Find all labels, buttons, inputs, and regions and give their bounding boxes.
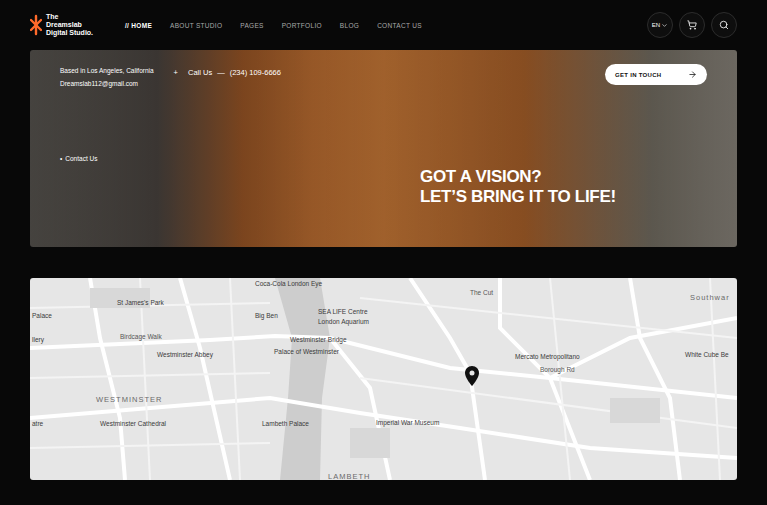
main: Based in Los Angeles, CaliforniaDreamsla… — [0, 50, 767, 480]
logo-icon — [30, 14, 42, 36]
map-label: Palace — [32, 311, 52, 320]
email[interactable]: Dreamslab112@gmail.com — [60, 77, 154, 90]
map-label: St James's Park — [117, 298, 164, 307]
nav-item[interactable]: CONTACT US — [377, 22, 422, 29]
contact-link[interactable]: •Contact Us — [60, 155, 420, 207]
map-roads — [30, 278, 737, 480]
map-label: Imperial War Museum — [376, 418, 439, 427]
map-label: Mercato Metropolitano — [515, 352, 580, 361]
nav: // HOME ABOUT STUDIO PAGES PORTFOLIO BLOG CON… — [125, 22, 647, 29]
logo[interactable]: TheDreamslabDigital Studio. — [30, 13, 125, 37]
call-row: + Call Us—(234) 109-6666 — [174, 64, 281, 77]
map[interactable]: Coca-Cola London Eye St James's Park Palac… — [30, 278, 737, 480]
logo-text: TheDreamslabDigital Studio. — [46, 13, 93, 37]
map-label: Southwar — [690, 293, 730, 302]
map-label: Westminster Abbey — [157, 350, 213, 359]
cart-icon — [687, 20, 697, 30]
nav-item[interactable]: // HOME — [125, 22, 152, 29]
map-label: WESTMINSTER — [96, 395, 162, 404]
hero-top-row: Based in Los Angeles, CaliforniaDreamsla… — [60, 64, 707, 90]
nav-item[interactable]: PORTFOLIO — [282, 22, 322, 29]
chevron-down-icon — [661, 22, 668, 29]
location: Based in Los Angeles, California — [60, 64, 154, 77]
map-label: The Cut — [470, 288, 493, 297]
nav-item[interactable]: ABOUT STUDIO — [170, 22, 222, 29]
search-button[interactable] — [711, 12, 737, 38]
map-label: Palace of Westminster — [274, 347, 339, 356]
hero: Based in Los Angeles, CaliforniaDreamsla… — [30, 50, 737, 247]
hero-info: Based in Los Angeles, CaliforniaDreamsla… — [60, 64, 281, 90]
map-label: atre — [32, 419, 43, 428]
map-label: Borough Rd — [540, 365, 575, 374]
language-button[interactable]: EN — [647, 12, 673, 38]
hero-lower: •Contact UsGOT A VISION?LET’S BRING IT T… — [60, 155, 707, 207]
map-label: LAMBETH — [328, 472, 370, 480]
map-marker-icon[interactable] — [465, 366, 479, 386]
header-tools: EN — [647, 12, 737, 38]
map-label: Birdcage Walk — [120, 332, 162, 341]
map-label: llery — [32, 335, 44, 344]
map-label: Coca-Cola London Eye — [255, 279, 322, 288]
phone[interactable]: Call Us—(234) 109-6666 — [188, 68, 281, 77]
page: TheDreamslabDigital Studio. // HOME ABOUT … — [0, 0, 767, 505]
header: TheDreamslabDigital Studio. // HOME ABOUT … — [0, 0, 767, 50]
get-in-touch-button[interactable]: GET IN TOUCH — [605, 64, 707, 85]
map-label: London Aquarium — [318, 317, 369, 326]
nav-item[interactable]: PAGES — [240, 22, 263, 29]
headline: GOT A VISION?LET’S BRING IT TO LIFE! — [420, 155, 707, 207]
map-label: White Cube Be — [685, 350, 729, 359]
search-icon — [719, 20, 729, 30]
plus: + — [174, 68, 178, 77]
map-label: Westminster Cathedral — [100, 419, 166, 428]
contact-info: Based in Los Angeles, CaliforniaDreamsla… — [60, 64, 154, 90]
cart-button[interactable] — [679, 12, 705, 38]
map-label: Westminster Bridge — [290, 335, 347, 344]
map-label: Lambeth Palace — [262, 419, 309, 428]
map-label: Big Ben — [255, 311, 278, 320]
map-label: SEA LIFE Centre — [318, 307, 368, 316]
nav-item[interactable]: BLOG — [340, 22, 359, 29]
arrow-right-icon — [688, 70, 697, 79]
